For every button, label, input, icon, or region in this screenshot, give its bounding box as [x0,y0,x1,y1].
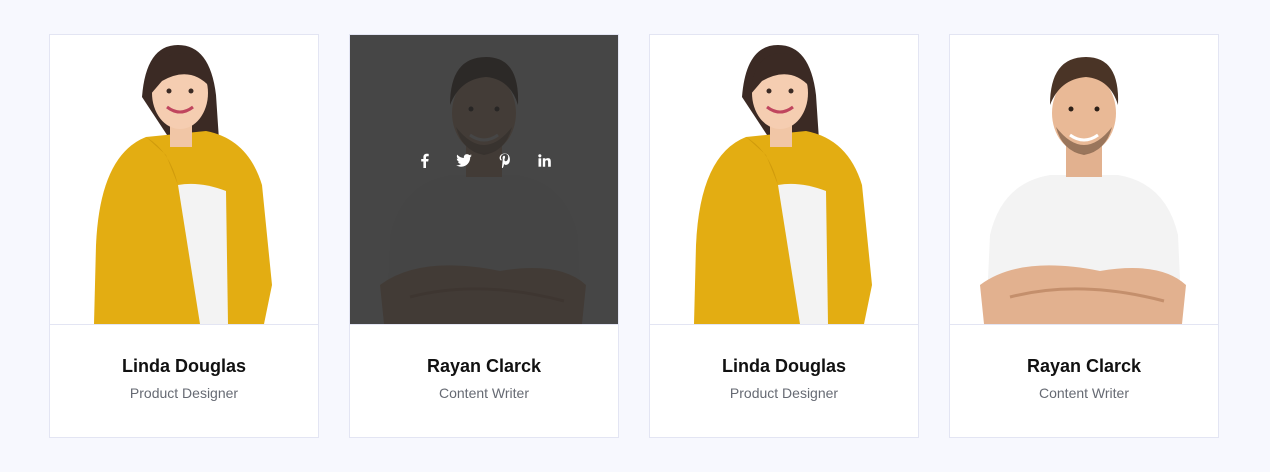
member-role: Product Designer [729,385,839,401]
team-card[interactable]: Rayan Clarck Content Writer [349,34,619,438]
facebook-icon[interactable] [413,150,435,172]
member-name: Rayan Clarck [1026,356,1142,376]
social-overlay [350,35,618,324]
member-photo[interactable] [650,35,918,325]
member-role: Product Designer [129,385,239,401]
team-section: Linda Douglas Product Designer Rayan Cla… [0,0,1270,472]
team-card[interactable]: Linda Douglas Product Designer [49,34,319,438]
woman-portrait [94,45,272,324]
pinterest-icon[interactable] [493,150,515,172]
member-photo[interactable] [50,35,318,325]
linkedin-icon[interactable] [533,150,555,172]
member-name: Linda Douglas [121,356,246,376]
man-portrait [980,57,1186,324]
team-card[interactable]: Linda Douglas Product Designer [649,34,919,438]
member-photo[interactable] [350,35,618,325]
social-links [413,150,555,172]
woman-portrait [694,45,872,324]
member-photo[interactable] [950,35,1218,325]
member-role: Content Writer [1039,385,1129,401]
member-role: Content Writer [439,385,529,401]
member-name: Linda Douglas [721,356,846,376]
team-card[interactable]: Rayan Clarck Content Writer [949,34,1219,438]
member-name: Rayan Clarck [426,356,542,376]
twitter-icon[interactable] [453,150,475,172]
